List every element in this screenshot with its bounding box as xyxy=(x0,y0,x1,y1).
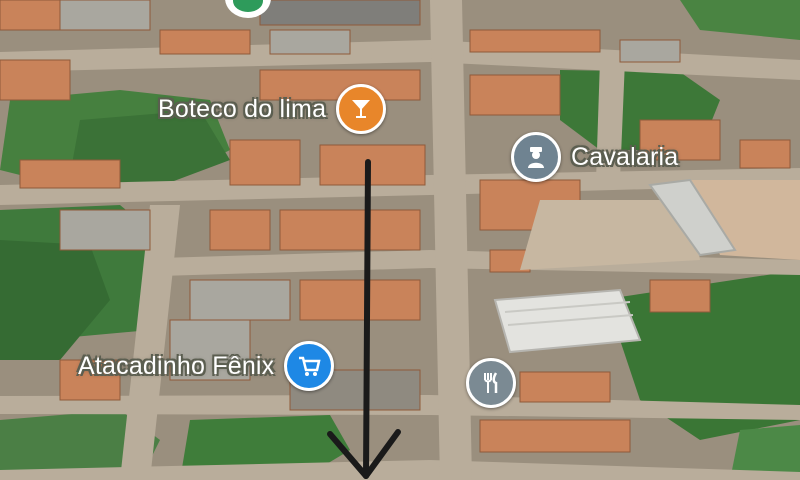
poi-label: Boteco do lima xyxy=(158,94,327,123)
poi-label: Cavalaria xyxy=(571,142,679,171)
poi-boteco-do-lima[interactable]: Boteco do lima xyxy=(158,84,387,134)
police-officer-icon[interactable] xyxy=(511,132,561,182)
cocktail-glass-icon[interactable] xyxy=(336,84,387,134)
shopping-cart-icon[interactable] xyxy=(284,341,335,391)
poi-restaurant[interactable] xyxy=(466,358,516,408)
poi-atacadinho-fenix[interactable]: Atacadinho Fênix xyxy=(78,341,335,391)
poi-label: Atacadinho Fênix xyxy=(78,351,275,380)
poi-cavalaria[interactable]: Cavalaria xyxy=(511,132,678,182)
fork-knife-icon[interactable] xyxy=(466,358,516,408)
satellite-imagery[interactable] xyxy=(0,0,800,480)
warehouse-roof xyxy=(493,288,642,354)
satellite-map[interactable]: Boteco do lima Cavalaria Atacadinho Fêni… xyxy=(0,0,800,480)
